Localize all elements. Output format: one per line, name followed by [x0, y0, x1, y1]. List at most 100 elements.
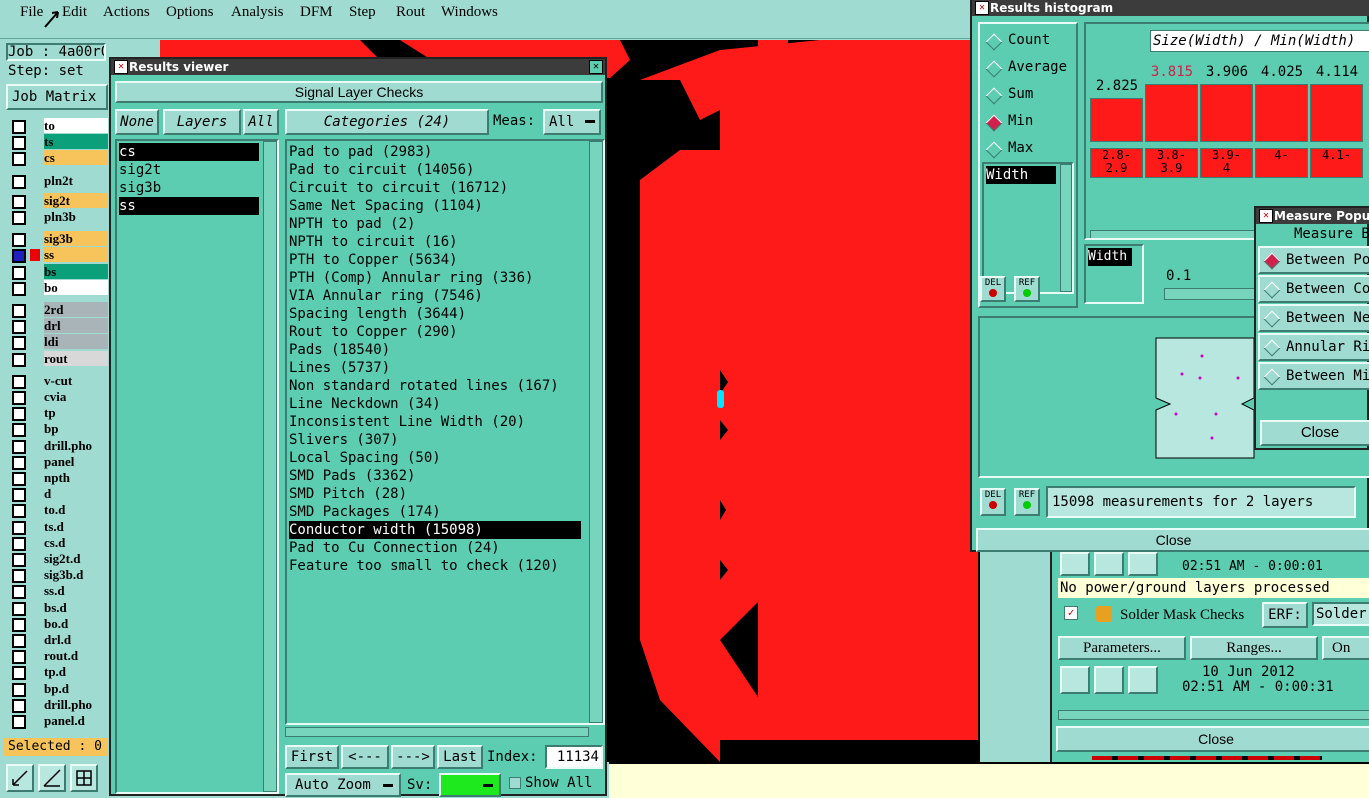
layer-name[interactable]: sig3b — [44, 231, 108, 247]
layer-checkbox[interactable] — [12, 281, 26, 296]
histogram-titlebar[interactable]: Results histogram — [972, 0, 1369, 16]
menu-rout[interactable]: Rout — [396, 4, 425, 21]
scale-slider[interactable] — [1164, 288, 1264, 300]
del-button-2[interactable]: DEL — [980, 488, 1006, 516]
layer-name[interactable]: cs.d — [44, 534, 108, 550]
menu-windows[interactable]: Windows — [441, 4, 498, 21]
layer-checkbox[interactable] — [12, 249, 26, 264]
layer-row[interactable]: npth — [10, 470, 108, 486]
zoom-fit-icon[interactable] — [6, 764, 34, 792]
layer-row[interactable]: cs.d — [10, 534, 108, 551]
menu-file[interactable]: File — [20, 4, 43, 21]
layer-row[interactable]: drl — [10, 318, 108, 335]
measure-option[interactable]: Annular Ri — [1258, 333, 1369, 361]
layer-name[interactable]: panel — [44, 453, 108, 469]
layer-row[interactable]: d — [10, 486, 108, 503]
layer-row[interactable]: cs — [10, 150, 108, 167]
layer-name[interactable]: bp — [44, 421, 108, 437]
category-item[interactable]: Feature too small to check (120) — [289, 557, 581, 575]
category-hscrollbar[interactable] — [285, 727, 589, 737]
layer-checkbox[interactable] — [12, 265, 26, 280]
layer-checkbox[interactable] — [12, 455, 26, 470]
layer-checkbox[interactable] — [12, 336, 26, 351]
category-item[interactable]: Rout to Copper (290) — [289, 323, 581, 341]
width-field-box[interactable]: Width — [1084, 244, 1144, 304]
layer-checkbox[interactable] — [12, 585, 26, 600]
sv-dropdown[interactable] — [439, 773, 501, 797]
category-item[interactable]: Slivers (307) — [289, 431, 581, 449]
prev-button[interactable]: <--- — [341, 745, 389, 769]
ref-button-2[interactable]: REF — [1014, 488, 1040, 516]
measure-option[interactable]: Between Mi — [1258, 362, 1369, 390]
layer-list-item[interactable]: ss — [119, 197, 259, 215]
window-close-icon[interactable]: ✕ — [114, 60, 128, 74]
category-item[interactable]: VIA Annular ring (7546) — [289, 287, 581, 305]
run-icon[interactable] — [1128, 666, 1158, 694]
layer-checkbox[interactable] — [12, 472, 26, 486]
layer-checkbox[interactable] — [12, 439, 26, 454]
layer-checkbox[interactable] — [12, 601, 26, 616]
category-item[interactable]: SMD Pitch (28) — [289, 485, 581, 503]
category-item[interactable]: Spacing length (3644) — [289, 305, 581, 323]
menu-step[interactable]: Step — [349, 4, 376, 21]
window-close-icon[interactable]: ✕ — [975, 1, 989, 15]
layer-checkbox[interactable] — [12, 715, 26, 729]
category-item[interactable]: Pad to Cu Connection (24) — [289, 539, 581, 557]
layer-row[interactable]: sig2t.d — [10, 551, 108, 567]
layer-checkbox[interactable] — [12, 174, 26, 189]
run-icon[interactable] — [1094, 552, 1124, 576]
job-matrix-button[interactable]: Job Matrix — [6, 84, 108, 110]
menu-dfm[interactable]: DFM — [300, 4, 333, 21]
category-item[interactable]: NPTH to circuit (16) — [289, 233, 581, 251]
layer-name[interactable]: drl.d — [44, 632, 108, 647]
results-viewer-titlebar[interactable]: Results viewer — [111, 59, 605, 75]
layer-checkbox[interactable] — [12, 423, 26, 438]
layer-checkbox[interactable] — [12, 407, 26, 422]
layer-row[interactable]: pln2t — [10, 172, 108, 189]
run-icon[interactable] — [1128, 552, 1158, 576]
layer-row[interactable]: panel.d — [10, 713, 108, 729]
layer-name[interactable]: ldi — [44, 334, 108, 350]
layer-name[interactable]: bp.d — [44, 680, 108, 696]
layer-name[interactable]: rout.d — [44, 648, 108, 664]
layer-row[interactable]: bp.d — [10, 680, 108, 697]
layer-checkbox[interactable] — [12, 569, 26, 584]
measure-icon[interactable] — [38, 764, 66, 792]
category-list-scrollbar[interactable] — [589, 141, 603, 723]
layer-checkbox[interactable] — [12, 504, 26, 519]
layer-name[interactable]: ss.d — [44, 583, 108, 599]
category-item[interactable]: Pad to pad (2983) — [289, 143, 581, 161]
first-button[interactable]: First — [285, 745, 339, 769]
on-button[interactable]: On — [1322, 636, 1369, 660]
layer-row[interactable]: sig3b — [10, 231, 108, 248]
category-item[interactable]: Pad to circuit (14056) — [289, 161, 581, 179]
ref-button[interactable]: REF — [1014, 276, 1040, 302]
category-item[interactable]: Line Neckdown (34) — [289, 395, 581, 413]
layer-checkbox[interactable] — [12, 136, 26, 151]
layer-row[interactable]: bo — [10, 279, 108, 296]
layer-name[interactable]: 2rd — [44, 302, 108, 317]
checklist-hscrollbar[interactable] — [1058, 710, 1369, 720]
all-button[interactable]: All — [243, 109, 279, 135]
attr-listbox[interactable]: Width — [982, 162, 1074, 294]
show-all-checkbox[interactable] — [509, 777, 521, 789]
meas-dropdown[interactable]: All — [543, 109, 601, 135]
layer-row[interactable]: v-cut — [10, 372, 108, 389]
layer-name[interactable]: d — [44, 486, 108, 502]
layer-row[interactable]: ldi — [10, 334, 108, 351]
auto-zoom-button[interactable]: Auto Zoom — [285, 773, 401, 797]
category-item[interactable]: Circuit to circuit (16712) — [289, 179, 581, 197]
histogram-bar[interactable] — [1145, 84, 1198, 142]
layer-row[interactable]: ts — [10, 134, 108, 151]
radio-max[interactable] — [985, 141, 1003, 159]
layer-name[interactable]: bs — [44, 263, 108, 279]
measure-option[interactable]: Between Ne — [1258, 304, 1369, 332]
layer-name[interactable]: drill.pho — [44, 437, 108, 453]
parameters-button[interactable]: Parameters... — [1058, 636, 1186, 660]
layer-name[interactable]: bo — [44, 279, 108, 295]
layer-row[interactable]: pln3b — [10, 209, 108, 225]
layer-row[interactable]: rout.d — [10, 648, 108, 665]
run-icon[interactable] — [1060, 552, 1090, 576]
layer-row[interactable]: tp — [10, 405, 108, 422]
radio-min[interactable] — [985, 114, 1003, 132]
